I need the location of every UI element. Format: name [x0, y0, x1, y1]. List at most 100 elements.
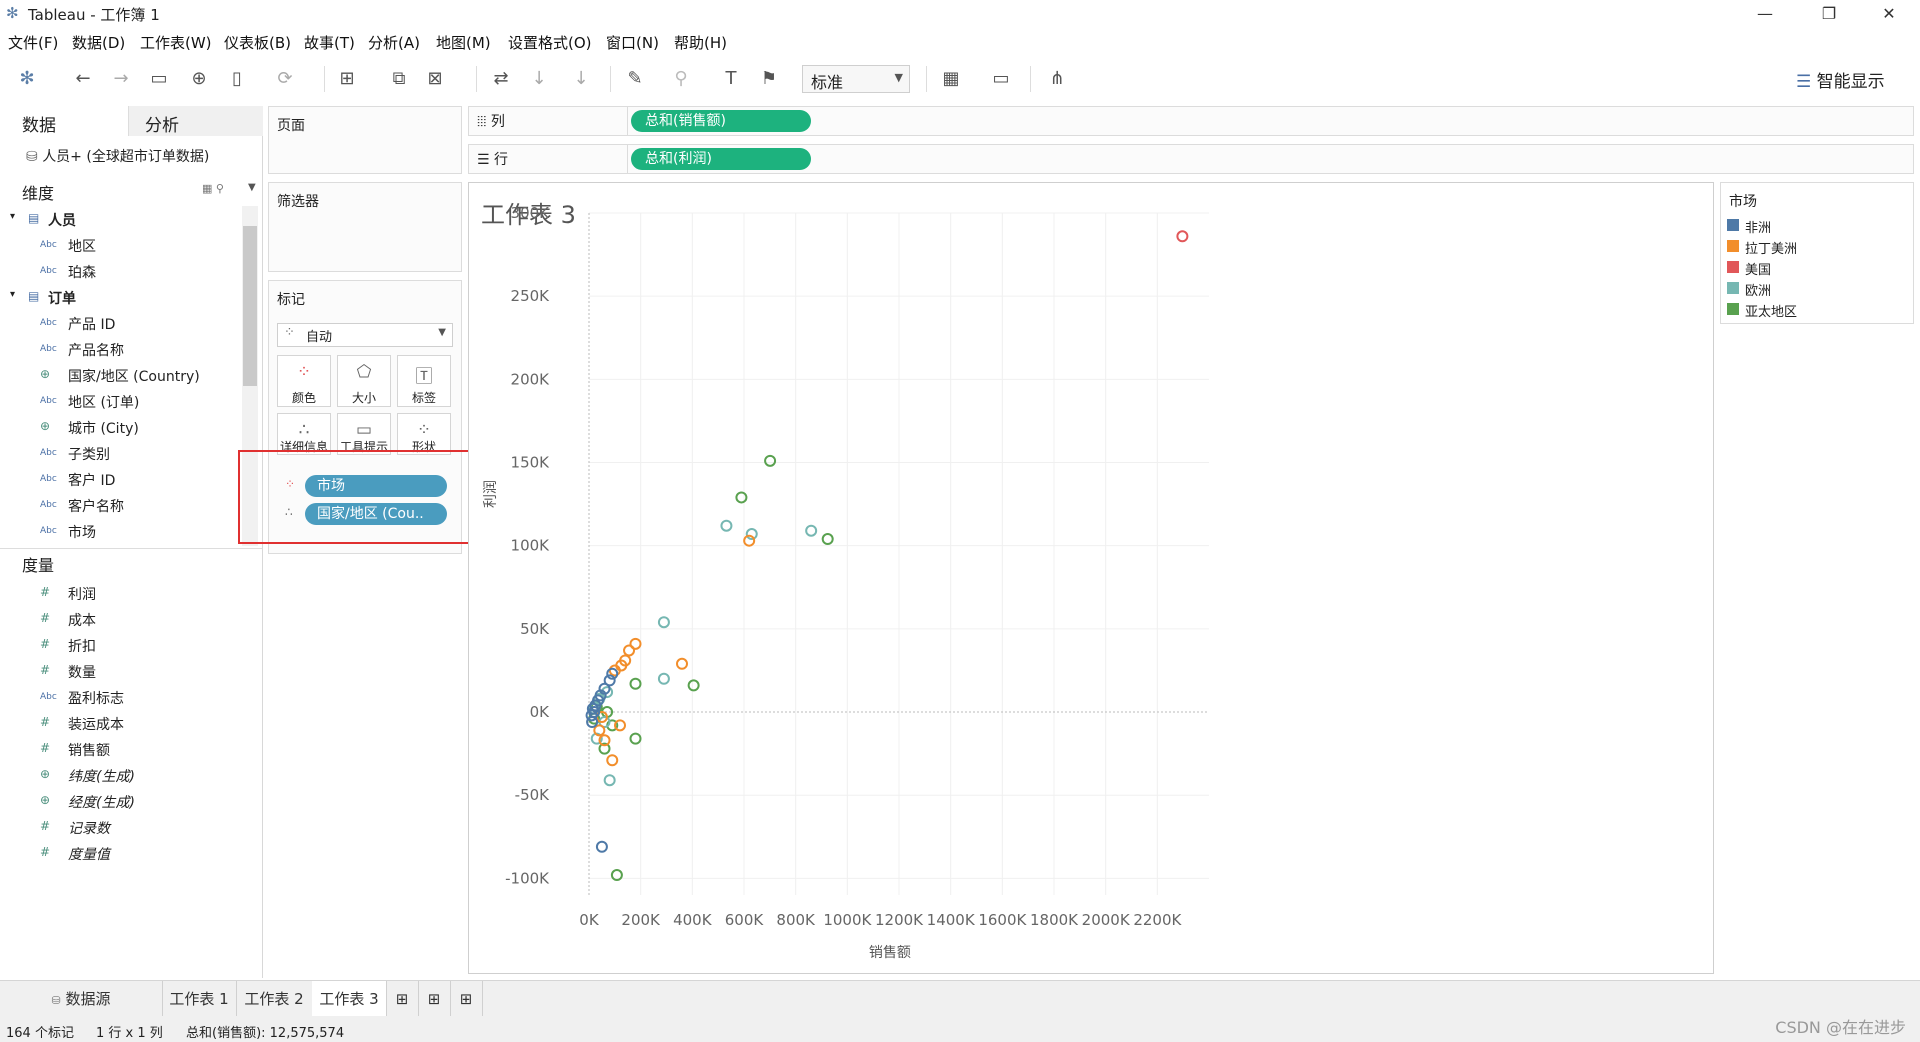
scatter-chart[interactable]: 300K 250K 200K 150K 100K 50K 0K -50K -100K 0K 200K… [469, 183, 1709, 963]
dimension-field-item[interactable]: 地区 [68, 236, 96, 256]
dimension-field-item[interactable]: 珀森 [68, 262, 96, 282]
measure-field-item[interactable]: 装运成本 [68, 714, 124, 734]
legend-label[interactable]: 亚太地区 [1745, 301, 1797, 320]
color-button[interactable]: ⁘ 颜色 [277, 355, 331, 407]
dimension-field-item[interactable]: 客户名称 [68, 496, 124, 516]
new-datasource-icon[interactable]: ⊕ [188, 68, 210, 89]
data-point[interactable] [623, 644, 636, 657]
view-options-icon[interactable]: ▦ ⚲ [202, 182, 224, 195]
dimensions-scroll-thumb[interactable] [243, 226, 257, 386]
show-cards-icon[interactable]: ▦ [940, 68, 962, 89]
data-point[interactable] [821, 533, 834, 546]
duplicate-icon[interactable]: ⧉ [388, 68, 410, 89]
menu-worksheet[interactable]: 工作表(W) [140, 32, 212, 53]
refresh-icon[interactable]: ⟳ [274, 68, 296, 89]
detail-button[interactable]: ∴ 详细信息 [277, 413, 331, 455]
profit-sum-pill[interactable]: 总和(利润) [631, 148, 811, 170]
menu-analysis[interactable]: 分析(A) [368, 32, 420, 53]
pin-axis-icon[interactable]: ⚑ [758, 68, 780, 89]
menu-window[interactable]: 窗口(N) [606, 32, 659, 53]
show-labels-icon[interactable]: T [720, 68, 742, 89]
rows-shelf[interactable]: ☰ 行 总和(利润) [468, 144, 1914, 174]
new-dashboard-tab-icon[interactable]: ⊞ [418, 981, 451, 1017]
new-story-tab-icon[interactable]: ⊞ [450, 981, 483, 1017]
data-point[interactable] [687, 679, 700, 692]
menu-story[interactable]: 故事(T) [304, 32, 355, 53]
data-point[interactable] [629, 732, 642, 745]
group-icon[interactable]: ⚲ [670, 68, 692, 89]
legend-label[interactable]: 美国 [1745, 259, 1771, 278]
minimize-button[interactable]: — [1742, 0, 1788, 28]
sort-ascending-icon[interactable]: ↓ [528, 68, 550, 89]
tab-sheet-1[interactable]: 工作表 1 [162, 981, 237, 1017]
measure-field-item[interactable]: 折扣 [68, 636, 96, 656]
measure-field-item[interactable]: 利润 [68, 584, 96, 604]
clear-sheet-icon[interactable]: ⊠ [424, 68, 446, 89]
data-point[interactable] [676, 657, 688, 670]
menu-file[interactable]: 文件(F) [8, 32, 58, 53]
data-point[interactable] [603, 774, 616, 787]
data-point[interactable] [657, 616, 670, 629]
legend-label[interactable]: 非洲 [1745, 217, 1771, 236]
measure-field-item[interactable]: 销售额 [68, 740, 110, 760]
close-button[interactable]: ✕ [1866, 0, 1912, 28]
data-point[interactable] [606, 754, 619, 767]
swap-rows-columns-icon[interactable]: ⇄ [490, 68, 512, 89]
pause-update-icon[interactable]: ▯ [226, 68, 248, 89]
tab-datasource[interactable]: ⛁ 数据源 [0, 981, 163, 1017]
legend-swatch[interactable] [1727, 303, 1739, 315]
tab-analysis[interactable]: 分析 [128, 106, 263, 136]
legend-swatch[interactable] [1727, 261, 1739, 273]
highlight-icon[interactable]: ✎ [624, 68, 646, 89]
data-point[interactable] [657, 672, 670, 685]
dimension-field-item[interactable]: 子类别 [68, 444, 110, 464]
sales-sum-pill[interactable]: 总和(销售额) [631, 110, 811, 132]
data-point[interactable] [805, 524, 818, 537]
dimension-field-item[interactable]: 订单 [48, 288, 76, 308]
undo-icon[interactable]: ← [72, 68, 94, 89]
datasource-item[interactable]: ⛁ 人员+ (全球超市订单数据) [26, 146, 209, 166]
tooltip-button[interactable]: ▭ 工具提示 [337, 413, 391, 455]
sort-descending-icon[interactable]: ↓ [570, 68, 592, 89]
data-point[interactable] [764, 454, 777, 467]
dimension-field-item[interactable]: 市场 [68, 522, 96, 542]
dimension-field-item[interactable]: 产品名称 [68, 340, 124, 360]
new-worksheet-tab-icon[interactable]: ⊞ [386, 981, 419, 1017]
measure-field-item[interactable]: 度量值 [68, 844, 110, 864]
dimension-field-item[interactable]: 城市 (City) [68, 418, 139, 438]
dimension-field-item[interactable]: 人员 [48, 210, 76, 230]
shape-button[interactable]: ⁘ 形状 [397, 413, 451, 455]
data-point[interactable] [595, 840, 608, 853]
tableau-start-icon[interactable]: ✻ [16, 68, 38, 89]
dimension-field-item[interactable]: 产品 ID [68, 314, 115, 334]
legend-label[interactable]: 拉丁美洲 [1745, 238, 1797, 257]
data-point[interactable] [629, 677, 642, 690]
measure-field-item[interactable]: 记录数 [68, 818, 110, 838]
legend-swatch[interactable] [1727, 282, 1739, 294]
expand-chevron-icon[interactable]: ▾ [10, 211, 15, 222]
data-point[interactable] [1176, 230, 1189, 243]
mark-type-select[interactable]: ⁘ 自动 ▼ [277, 323, 453, 347]
new-worksheet-icon[interactable]: ⊞ [336, 68, 358, 89]
menu-help[interactable]: 帮助(H) [674, 32, 727, 53]
size-button[interactable]: ⬠ 大小 [337, 355, 391, 407]
measure-field-item[interactable]: 盈利标志 [68, 688, 124, 708]
columns-shelf[interactable]: ⦙⦙⦙ 列 总和(销售额) [468, 106, 1914, 136]
legend-swatch[interactable] [1727, 219, 1739, 231]
label-button[interactable]: 🅃 标签 [397, 355, 451, 407]
legend-swatch[interactable] [1727, 240, 1739, 252]
fit-select[interactable]: 标准 ▼ [802, 65, 910, 93]
data-point[interactable] [720, 519, 733, 532]
dimension-field-item[interactable]: 国家/地区 (Country) [68, 366, 200, 386]
menu-data[interactable]: 数据(D) [72, 32, 125, 53]
expand-chevron-icon[interactable]: ▾ [10, 289, 15, 300]
redo-icon[interactable]: → [110, 68, 132, 89]
dimension-field-item[interactable]: 地区 (订单) [68, 392, 139, 412]
menu-dashboard[interactable]: 仪表板(B) [224, 32, 291, 53]
tab-sheet-3[interactable]: 工作表 3 [312, 981, 387, 1019]
menu-format[interactable]: 设置格式(O) [508, 32, 592, 53]
legend-label[interactable]: 欧洲 [1745, 280, 1771, 299]
tab-sheet-2[interactable]: 工作表 2 [236, 981, 313, 1017]
filters-shelf[interactable]: 筛选器 [268, 182, 462, 272]
save-icon[interactable]: ▭ [148, 68, 170, 89]
